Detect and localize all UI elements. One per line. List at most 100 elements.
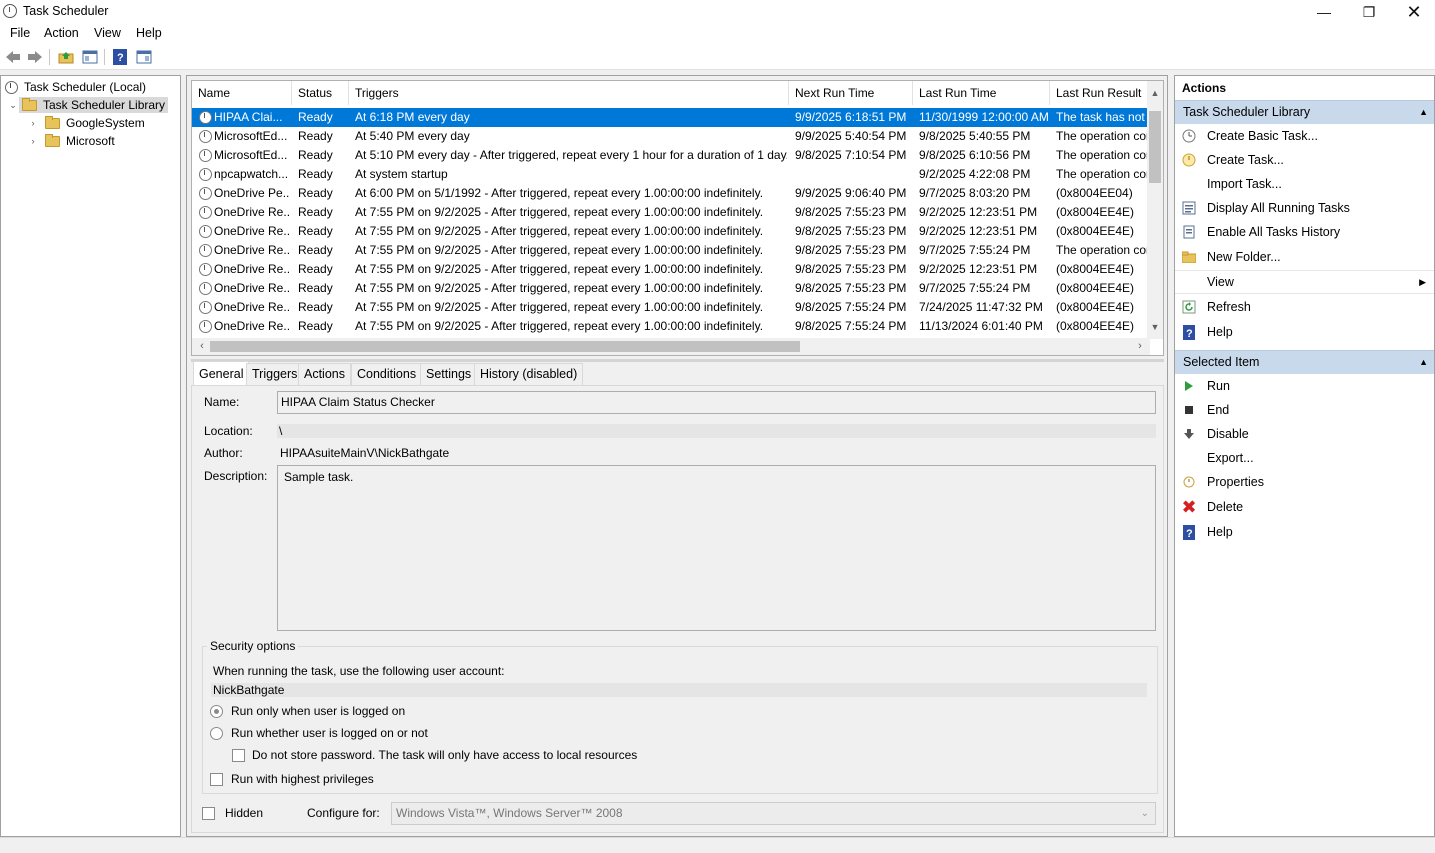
action-create-task[interactable]: Create Task... [1175, 148, 1434, 172]
action-import-task[interactable]: Import Task... [1175, 172, 1434, 196]
description-field[interactable]: Sample task. [277, 465, 1156, 631]
minimize-button[interactable]: — [1301, 0, 1347, 24]
cell-result: (0x8004EE4E) [1056, 300, 1135, 314]
tab-actions[interactable]: Actions [298, 363, 351, 385]
tree-library[interactable]: ⌄ Task Scheduler Library [7, 96, 169, 114]
back-arrow-icon[interactable] [4, 48, 22, 66]
scroll-right-icon[interactable]: › [1132, 338, 1148, 355]
name-field[interactable]: HIPAA Claim Status Checker [277, 391, 1156, 414]
table-row[interactable]: OneDrive Re... Ready At 7:55 PM on 9/2/202… [192, 260, 1150, 279]
task-clock-icon [199, 282, 212, 295]
running-tasks-icon [1181, 200, 1197, 216]
column-last-run-time[interactable]: Last Run Time [913, 81, 1050, 105]
table-row[interactable]: OneDrive Re... Ready At 7:55 PM on 9/2/202… [192, 317, 1150, 336]
show-hide-console-tree-icon[interactable] [81, 48, 99, 66]
table-row[interactable]: OneDrive Re... Ready At 7:55 PM on 9/2/202… [192, 222, 1150, 241]
action-refresh[interactable]: Refresh [1175, 295, 1434, 319]
hidden-checkbox[interactable] [202, 807, 215, 820]
tab-history[interactable]: History (disabled) [474, 363, 584, 385]
up-folder-icon[interactable] [57, 48, 75, 66]
action-disable[interactable]: Disable [1175, 422, 1434, 446]
table-row[interactable]: HIPAA Clai... Ready At 6:18 PM every day 9/… [192, 108, 1150, 127]
tree-root[interactable]: Task Scheduler (Local) [5, 78, 146, 96]
forward-arrow-icon[interactable] [26, 48, 44, 66]
tree-item-googlesystem[interactable]: › GoogleSystem [27, 114, 145, 132]
scroll-thumb[interactable] [210, 341, 800, 352]
action-export[interactable]: Export... [1175, 446, 1434, 470]
table-row[interactable]: OneDrive Re... Ready At 7:55 PM on 9/2/202… [192, 279, 1150, 298]
menu-help[interactable]: Help [136, 26, 162, 40]
general-tab-panel: Name: HIPAA Claim Status Checker Locatio… [191, 385, 1164, 833]
cell-name: npcapwatch... [214, 167, 289, 181]
column-name[interactable]: Name [192, 81, 292, 105]
menu-file[interactable]: File [10, 26, 30, 40]
tree-item-microsoft[interactable]: › Microsoft [27, 132, 115, 150]
section-selected-item[interactable]: Selected Item ▲ [1175, 350, 1434, 374]
action-help-selected[interactable]: ? Help [1175, 520, 1434, 544]
action-run[interactable]: Run [1175, 374, 1434, 398]
collapse-up-icon[interactable]: ▲ [1419, 107, 1428, 117]
cell-result: The task has not y [1056, 110, 1150, 124]
action-properties[interactable]: Properties [1175, 470, 1434, 494]
task-list[interactable]: Name Status Triggers Next Run Time Last … [191, 80, 1164, 356]
folder-icon [45, 133, 60, 147]
action-new-folder[interactable]: New Folder... [1175, 245, 1434, 269]
tab-triggers[interactable]: Triggers [246, 363, 304, 385]
cell-next: 9/9/2025 6:18:51 PM [795, 110, 907, 124]
table-row[interactable]: OneDrive Pe... Ready At 6:00 PM on 5/1/199… [192, 184, 1150, 203]
action-enable-tasks-history[interactable]: Enable All Tasks History [1175, 220, 1434, 244]
table-row[interactable]: OneDrive Re... Ready At 7:55 PM on 9/2/202… [192, 241, 1150, 260]
table-row[interactable]: OneDrive Re... Ready At 7:55 PM on 9/2/202… [192, 203, 1150, 222]
collapse-up-icon[interactable]: ▲ [1419, 357, 1428, 367]
show-hide-action-pane-icon[interactable] [135, 48, 153, 66]
chevron-down-icon[interactable]: ⌄ [7, 100, 19, 111]
action-help-library[interactable]: ? Help [1175, 320, 1434, 344]
task-clock-icon [199, 111, 212, 124]
action-create-basic-task[interactable]: Create Basic Task... [1175, 124, 1434, 148]
menu-view[interactable]: View [94, 26, 121, 40]
run-logged-on-radio[interactable] [210, 705, 223, 718]
run-logged-on-label: Run only when user is logged on [231, 704, 406, 718]
table-row[interactable]: MicrosoftEd... Ready At 5:40 PM every day 9… [192, 127, 1150, 146]
author-label: Author: [204, 446, 243, 460]
action-display-running-tasks[interactable]: Display All Running Tasks [1175, 196, 1434, 220]
menu-action[interactable]: Action [44, 26, 79, 40]
cell-last: 7/24/2025 11:47:32 PM [919, 300, 1043, 314]
highest-privileges-checkbox[interactable] [210, 773, 223, 786]
table-row[interactable]: MicrosoftEd... Ready At 5:10 PM every day … [192, 146, 1150, 165]
help-icon[interactable]: ? [111, 48, 129, 66]
restore-button[interactable]: ❐ [1346, 0, 1392, 24]
horizontal-scrollbar[interactable]: ‹ › [192, 338, 1150, 355]
run-whether-radio[interactable] [210, 727, 223, 740]
table-row[interactable]: OneDrive Re... Ready At 7:55 PM on 9/2/202… [192, 298, 1150, 317]
section-task-scheduler-library[interactable]: Task Scheduler Library ▲ [1175, 100, 1434, 124]
table-row[interactable]: npcapwatch... Ready At system startup 9/2/2… [192, 165, 1150, 184]
vertical-scrollbar[interactable]: ▲ ▼ [1147, 81, 1163, 339]
tab-general[interactable]: General [193, 361, 250, 385]
no-store-password-checkbox[interactable] [232, 749, 245, 762]
tab-settings[interactable]: Settings [420, 363, 478, 385]
column-next-run-time[interactable]: Next Run Time [789, 81, 913, 105]
column-status[interactable]: Status [292, 81, 349, 105]
scroll-down-icon[interactable]: ▼ [1147, 319, 1163, 335]
action-view[interactable]: View ▶ [1175, 270, 1434, 294]
scroll-thumb[interactable] [1149, 111, 1161, 183]
cell-result: (0x8004EE04) [1056, 186, 1133, 200]
pane-splitter[interactable] [191, 359, 1164, 362]
task-scheduler-icon [3, 4, 17, 18]
scroll-left-icon[interactable]: ‹ [194, 338, 210, 355]
column-last-run-result[interactable]: Last Run Result [1050, 81, 1150, 105]
action-end[interactable]: End [1175, 398, 1434, 422]
tasks-history-icon [1181, 224, 1197, 240]
column-triggers[interactable]: Triggers [349, 81, 789, 105]
tab-conditions[interactable]: Conditions [351, 363, 423, 385]
action-label: Disable [1207, 427, 1249, 441]
chevron-right-icon[interactable]: › [27, 136, 39, 146]
chevron-right-icon[interactable]: › [27, 118, 39, 128]
scroll-up-icon[interactable]: ▲ [1147, 85, 1163, 101]
close-button[interactable]: ✕ [1391, 0, 1435, 24]
configure-for-select[interactable]: Windows Vista™, Windows Server™ 2008 ⌄ [391, 802, 1156, 825]
cell-status: Ready [298, 129, 333, 143]
cell-last: 9/2/2025 12:23:51 PM [919, 224, 1038, 238]
action-delete[interactable]: ✖ Delete [1175, 495, 1434, 519]
